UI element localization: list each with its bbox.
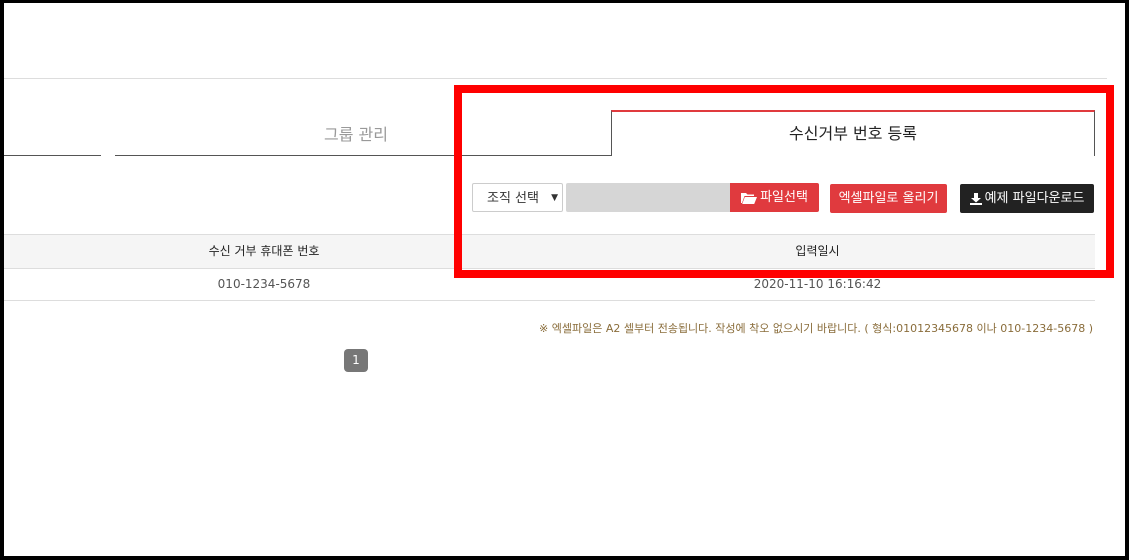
tab-group-label: 그룹 관리 xyxy=(324,125,388,144)
tab-group-management[interactable]: 그룹 관리 xyxy=(115,123,597,156)
page-canvas: 그룹 관리 수신거부 번호 등록 조직 선택 ▼ 파일선택 엑셀파일로 올리기 … xyxy=(4,3,1125,556)
tab-divider-line xyxy=(597,155,611,156)
download-icon xyxy=(969,192,982,205)
header-divider xyxy=(4,78,1107,79)
caret-down-icon: ▼ xyxy=(551,193,558,203)
tab-reject-number-register[interactable]: 수신거부 번호 등록 xyxy=(611,110,1095,156)
excel-upload-label: 엑셀파일로 올리기 xyxy=(838,191,939,206)
cell-phone: 010-1234-5678 xyxy=(217,277,311,291)
organization-select-value: 조직 선택 xyxy=(487,191,539,206)
file-select-button[interactable]: 파일선택 xyxy=(730,183,819,212)
organization-select[interactable]: 조직 선택 ▼ xyxy=(472,183,563,212)
tab-left-line xyxy=(4,155,101,156)
tab-active-label: 수신거부 번호 등록 xyxy=(789,124,917,143)
folder-open-icon xyxy=(741,192,758,204)
file-select-label: 파일선택 xyxy=(760,190,808,205)
header-date: 입력일시 xyxy=(795,244,840,258)
cell-date: 2020-11-10 16:16:42 xyxy=(753,277,882,291)
table-row: 010-1234-5678 2020-11-10 16:16:42 xyxy=(4,268,1095,301)
sample-download-label: 예제 파일다운로드 xyxy=(984,191,1085,206)
excel-notice: ※ 엑셀파일은 A2 셀부터 전송됩니다. 작성에 착오 없으시기 바랍니다. … xyxy=(539,322,1093,335)
pagination-page-1[interactable]: 1 xyxy=(344,349,368,372)
table-header: 수신 거부 휴대폰 번호 입력일시 xyxy=(4,234,1095,269)
file-name-field[interactable] xyxy=(566,183,731,212)
sample-download-button[interactable]: 예제 파일다운로드 xyxy=(960,184,1094,213)
excel-upload-button[interactable]: 엑셀파일로 올리기 xyxy=(830,184,947,213)
header-phone: 수신 거부 휴대폰 번호 xyxy=(208,244,320,258)
